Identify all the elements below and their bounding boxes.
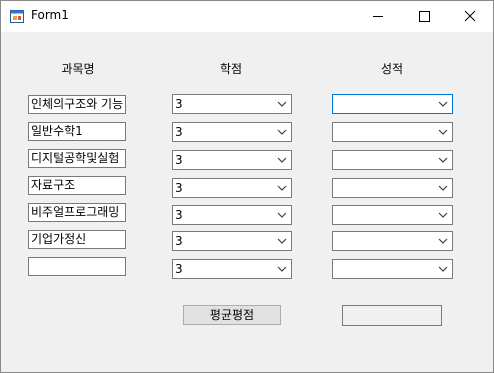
chevron-down-icon <box>277 266 287 272</box>
chevron-down-icon <box>438 212 448 218</box>
chevron-down-icon <box>277 129 287 135</box>
subject-input-3[interactable]: 디지털공학및실험 <box>28 149 126 168</box>
credit-value-3: 3 <box>175 153 183 167</box>
grade-header: 성적 <box>380 62 404 76</box>
grade-combo-2[interactable] <box>332 122 453 142</box>
credit-value-1: 3 <box>175 97 183 111</box>
gpa-result-box <box>342 305 442 326</box>
close-icon <box>464 10 476 22</box>
credit-combo-4[interactable]: 3 <box>172 178 292 198</box>
minimize-button[interactable] <box>355 1 401 32</box>
credit-combo-5[interactable]: 3 <box>172 205 292 225</box>
chevron-down-icon <box>438 266 448 272</box>
subject-input-4[interactable]: 자료구조 <box>28 176 126 195</box>
chevron-down-icon <box>438 101 448 107</box>
credit-combo-6[interactable]: 3 <box>172 231 292 251</box>
credit-value-7: 3 <box>175 262 183 276</box>
close-button[interactable] <box>447 1 493 32</box>
maximize-button[interactable] <box>401 1 447 32</box>
form-window: Form1 과목명 학점 성적 인체의구조와 기능 3 일반수학1 3 디지털공… <box>0 0 494 373</box>
chevron-down-icon <box>277 238 287 244</box>
subject-input-5[interactable]: 비주얼프로그래밍 <box>28 203 126 222</box>
credit-value-4: 3 <box>175 181 183 195</box>
credit-combo-2[interactable]: 3 <box>172 122 292 142</box>
subject-header: 과목명 <box>61 62 95 76</box>
chevron-down-icon <box>277 101 287 107</box>
chevron-down-icon <box>438 129 448 135</box>
chevron-down-icon <box>438 185 448 191</box>
grade-combo-6[interactable] <box>332 231 453 251</box>
credit-combo-3[interactable]: 3 <box>172 150 292 170</box>
credit-value-2: 3 <box>175 125 183 139</box>
grade-combo-4[interactable] <box>332 178 453 198</box>
average-gpa-button[interactable]: 평균평점 <box>183 305 281 325</box>
grade-combo-1[interactable] <box>332 94 453 114</box>
form-icon <box>10 10 24 23</box>
chevron-down-icon <box>277 212 287 218</box>
chevron-down-icon <box>438 238 448 244</box>
grade-combo-7[interactable] <box>332 259 453 279</box>
credit-combo-7[interactable]: 3 <box>172 259 292 279</box>
grade-combo-3[interactable] <box>332 150 453 170</box>
title-bar: Form1 <box>1 1 493 32</box>
subject-input-6[interactable]: 기업가정신 <box>28 230 126 249</box>
maximize-icon <box>419 11 430 22</box>
chevron-down-icon <box>277 157 287 163</box>
chevron-down-icon <box>438 157 448 163</box>
grade-combo-5[interactable] <box>332 205 453 225</box>
credit-value-6: 3 <box>175 234 183 248</box>
credit-combo-1[interactable]: 3 <box>172 94 292 114</box>
window-title: Form1 <box>31 8 69 22</box>
subject-input-2[interactable]: 일반수학1 <box>28 122 126 141</box>
subject-input-7[interactable] <box>28 257 126 276</box>
minimize-icon <box>373 16 383 17</box>
credit-value-5: 3 <box>175 208 183 222</box>
chevron-down-icon <box>277 185 287 191</box>
subject-input-1[interactable]: 인체의구조와 기능 <box>28 95 126 114</box>
credit-header: 학점 <box>219 62 243 76</box>
